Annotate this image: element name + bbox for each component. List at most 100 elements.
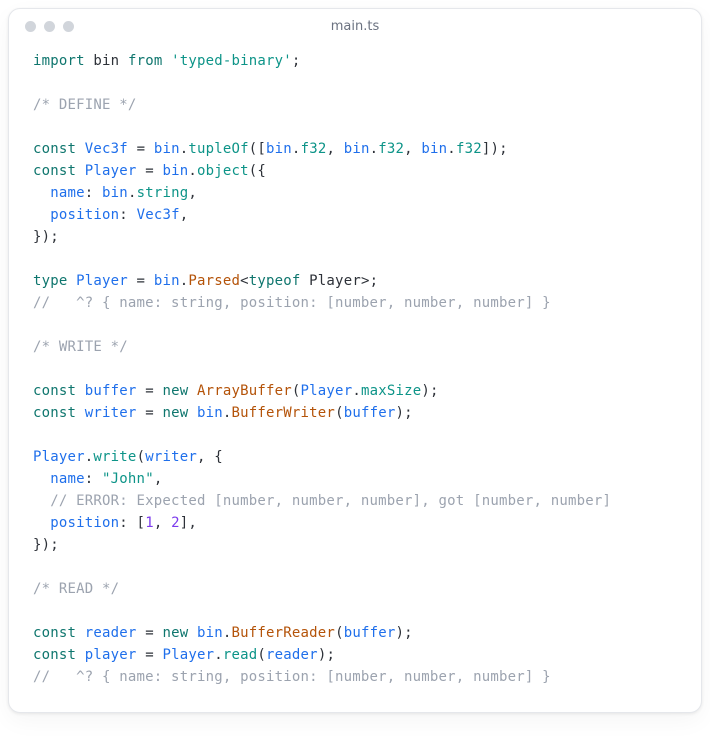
keyword-const: const	[33, 141, 76, 157]
open-bracket: ([	[249, 141, 266, 157]
number-2: 2	[171, 515, 180, 531]
space	[188, 383, 197, 399]
paren-close: );	[395, 405, 412, 421]
ident-bin: bin	[154, 141, 180, 157]
colon: :	[85, 185, 102, 201]
ident-bin: bin	[197, 625, 223, 641]
keyword-import: import	[33, 53, 85, 69]
ident-bin: bin	[162, 163, 188, 179]
type-player: Player	[68, 273, 137, 289]
dot: .	[370, 141, 379, 157]
dot: .	[223, 405, 232, 421]
prop-string: string	[137, 185, 189, 201]
keyword-const: const	[33, 383, 76, 399]
ident-reader: reader	[266, 647, 318, 663]
space	[188, 405, 197, 421]
keyword-new: new	[162, 405, 188, 421]
comment-error: // ERROR: Expected [number, number, numb…	[33, 493, 611, 509]
comma: ,	[180, 207, 189, 223]
paren-open: (	[335, 625, 344, 641]
angle-close: >;	[361, 273, 378, 289]
ident-bin: bin	[154, 273, 180, 289]
ident-bin: bin	[197, 405, 223, 421]
ident-reader: reader	[76, 625, 145, 641]
prop-maxsize: maxSize	[361, 383, 421, 399]
paren-close: );	[318, 647, 335, 663]
space	[188, 625, 197, 641]
equals: =	[137, 141, 154, 157]
window-zoom-dot[interactable]	[63, 21, 74, 32]
ident-player: Player	[76, 163, 145, 179]
window-close-dot[interactable]	[25, 21, 36, 32]
window-minimize-dot[interactable]	[44, 21, 55, 32]
type-bufferreader: BufferReader	[232, 625, 336, 641]
string-literal: 'typed-binary'	[162, 53, 291, 69]
paren-open: (	[257, 647, 266, 663]
dot: .	[447, 141, 456, 157]
equals: =	[145, 625, 162, 641]
ident-player: Player	[162, 647, 214, 663]
keyword-new: new	[162, 625, 188, 641]
comment-typehint: // ^? { name: string, position: [number,…	[33, 295, 551, 311]
ident-buffer: buffer	[344, 625, 396, 641]
ident-vec3f: Vec3f	[76, 141, 136, 157]
colon-bracket: : [	[119, 515, 145, 531]
keyword-const: const	[33, 163, 76, 179]
prop-position: position	[33, 207, 119, 223]
comma: ,	[154, 471, 163, 487]
code-block: import bin from 'typed-binary'; /* DEFIN…	[9, 40, 701, 712]
ident-buffer: buffer	[344, 405, 396, 421]
ident-writer: writer	[145, 449, 197, 465]
comma: ,	[404, 141, 421, 157]
comment-read: /* READ */	[33, 581, 119, 597]
prop-f32: f32	[456, 141, 482, 157]
ident-player: Player	[301, 383, 353, 399]
keyword-from: from	[128, 53, 163, 69]
comment-define: /* DEFINE */	[33, 97, 137, 113]
dot: .	[352, 383, 361, 399]
close-brace: });	[33, 229, 59, 245]
dot: .	[292, 141, 301, 157]
dot: .	[223, 625, 232, 641]
ident-bin: bin	[421, 141, 447, 157]
equals: =	[137, 273, 154, 289]
comment-typehint: // ^? { name: string, position: [number,…	[33, 669, 551, 685]
equals: =	[145, 647, 162, 663]
string-john: "John"	[102, 471, 154, 487]
method-read: read	[223, 647, 258, 663]
ident-vec3f: Vec3f	[137, 207, 180, 223]
equals: =	[145, 163, 162, 179]
type-arraybuffer: ArrayBuffer	[197, 383, 292, 399]
prop-f32: f32	[378, 141, 404, 157]
ident-bin: bin	[266, 141, 292, 157]
ident-bin: bin	[102, 185, 128, 201]
number-1: 1	[145, 515, 154, 531]
open-brace: ({	[249, 163, 266, 179]
semicolon: ;	[292, 53, 301, 69]
ident-player: Player	[301, 273, 361, 289]
prop-f32: f32	[301, 141, 327, 157]
comma: ,	[154, 515, 171, 531]
ident-writer: writer	[76, 405, 145, 421]
paren-open: (	[137, 449, 146, 465]
colon: :	[119, 207, 136, 223]
paren-close: );	[421, 383, 438, 399]
ident-bin: bin	[85, 53, 128, 69]
keyword-const: const	[33, 647, 76, 663]
close-bracket: ]);	[482, 141, 508, 157]
ident-player: Player	[33, 449, 85, 465]
method-tupleof: tupleOf	[188, 141, 248, 157]
ident-player-lc: player	[76, 647, 145, 663]
equals: =	[145, 405, 162, 421]
brace-open: , {	[197, 449, 223, 465]
paren-open: (	[335, 405, 344, 421]
type-bufferwriter: BufferWriter	[232, 405, 336, 421]
keyword-typeof: typeof	[249, 273, 301, 289]
comma: ,	[188, 185, 197, 201]
dot: .	[128, 185, 137, 201]
window-controls	[25, 21, 74, 32]
keyword-const: const	[33, 405, 76, 421]
editor-window: main.ts import bin from 'typed-binary'; …	[8, 8, 702, 713]
colon: :	[85, 471, 102, 487]
paren-close: );	[395, 625, 412, 641]
